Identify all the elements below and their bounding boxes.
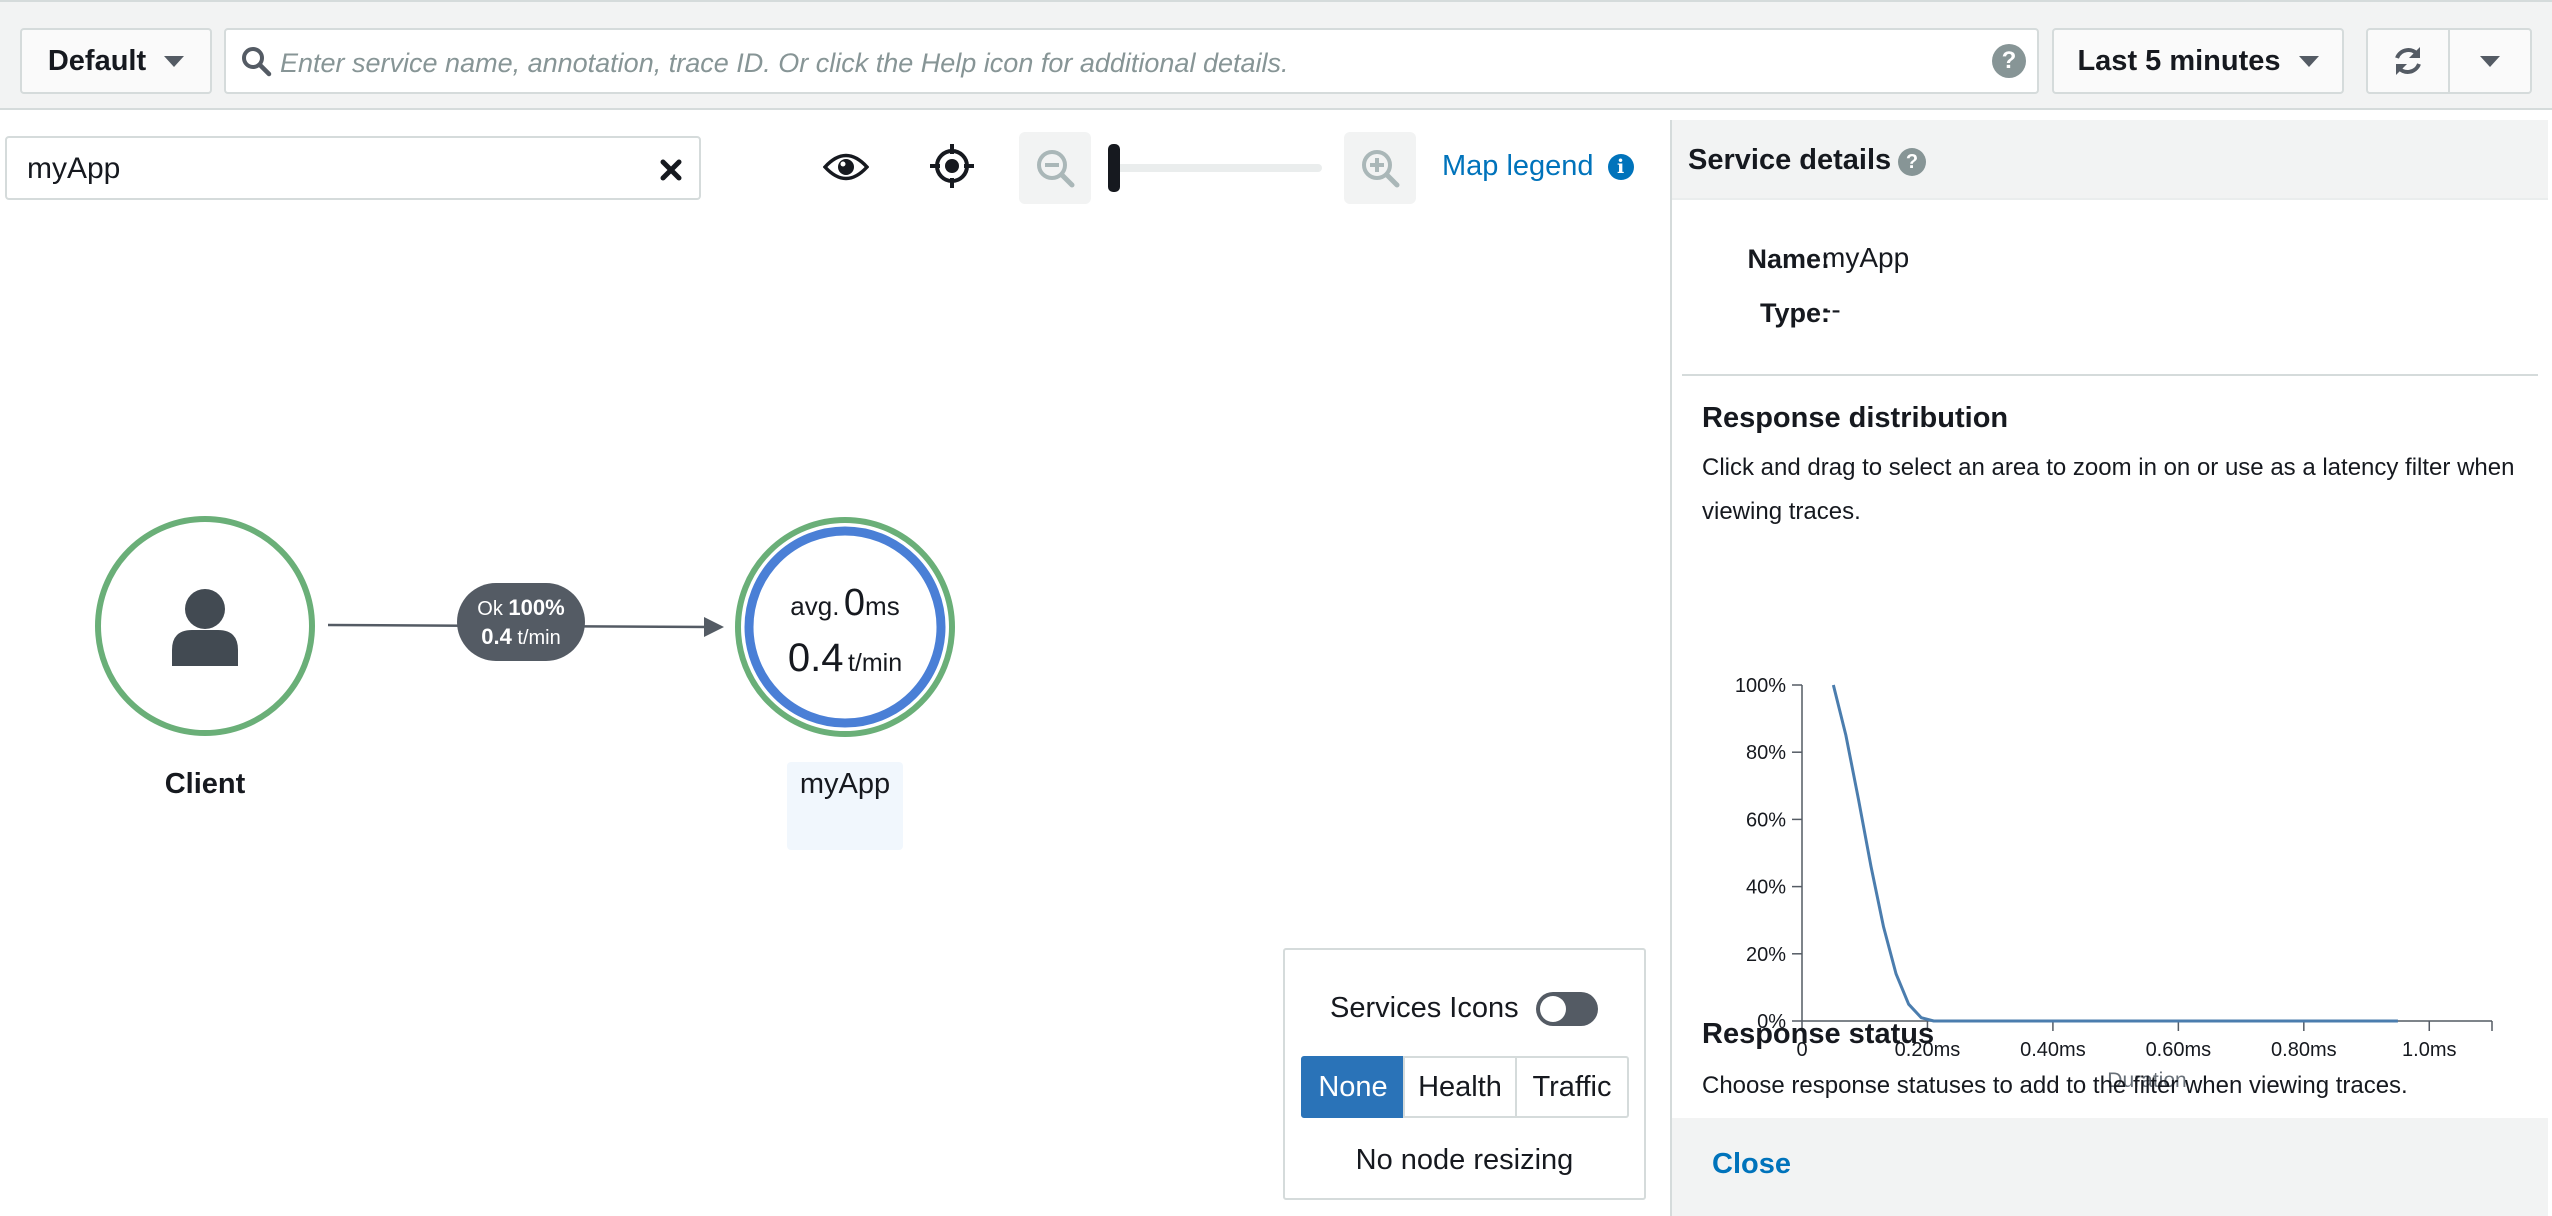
name-value: myApp: [1822, 242, 1910, 273]
divider: [1682, 374, 2538, 376]
avg-unit: ms: [865, 591, 900, 621]
name-label: Name:: [1747, 244, 1830, 274]
service-filter-value: myApp: [27, 152, 121, 185]
refresh-icon: [2395, 47, 2421, 75]
help-icon[interactable]: ?: [1992, 44, 2026, 78]
edge-rate-line: 0.4 t/min: [457, 623, 585, 652]
service-details-panel: Service details ? Name: myApp Type: -- R…: [1670, 120, 2548, 1216]
x-tick-label: 0.80ms: [2271, 1039, 2337, 1061]
edge-status: Ok: [477, 598, 503, 620]
service-details-footer: Close: [1672, 1118, 2548, 1216]
zoom-out-icon: [1037, 150, 1075, 188]
client-node[interactable]: [95, 516, 315, 736]
service-node[interactable]: [735, 517, 955, 737]
search-icon: [242, 47, 272, 77]
clear-icon[interactable]: [659, 158, 683, 182]
zoom-out-button[interactable]: [1019, 132, 1091, 204]
zoom-in-button[interactable]: [1344, 132, 1416, 204]
segment-health-label: Health: [1418, 1070, 1502, 1103]
time-range-dropdown[interactable]: Last 5 minutes: [2052, 28, 2344, 94]
service-node-avg: avg. 0ms: [745, 582, 945, 625]
x-tick-label: 0.60ms: [2146, 1039, 2212, 1061]
type-label: Type:: [1759, 298, 1830, 328]
response-status-desc: Choose response statuses to add to the f…: [1702, 1072, 2408, 1099]
service-details-header: Service details ?: [1672, 120, 2548, 200]
avg-prefix: avg.: [790, 591, 840, 621]
top-toolbar: Default Enter service name, annotation, …: [0, 0, 2552, 110]
edge-rate-unit: t/min: [517, 627, 561, 649]
service-label-text: myApp: [799, 768, 891, 800]
service-node-rate: 0.4 t/min: [745, 636, 945, 681]
zoom-slider-handle[interactable]: [1108, 144, 1120, 192]
caret-down-icon: [2480, 55, 2500, 67]
time-range-label: Last 5 minutes: [2077, 44, 2281, 77]
y-tick-label: 20%: [1746, 944, 1786, 966]
service-filter-input[interactable]: myApp: [5, 136, 701, 200]
resizing-text: No node resizing: [1355, 1144, 1574, 1176]
group-dropdown[interactable]: Default: [20, 28, 212, 94]
map-view-options-panel: Services Icons None Health Traffic No no…: [1283, 948, 1646, 1200]
zoom-in-icon: [1362, 150, 1400, 188]
help-glyph: ?: [1905, 150, 1919, 173]
zoom-slider[interactable]: [1108, 144, 1322, 192]
caret-down-icon: [2298, 55, 2319, 67]
response-status-title: Response status: [1702, 1018, 1935, 1050]
y-tick-label: 80%: [1746, 742, 1786, 764]
help-icon[interactable]: ?: [1898, 148, 1926, 176]
edge-status-line: Ok 100%: [457, 594, 585, 623]
refresh-button[interactable]: [2366, 28, 2450, 94]
y-tick-label: 100%: [1735, 675, 1786, 697]
edge-stats-badge[interactable]: Ok 100% 0.4 t/min: [457, 583, 585, 661]
center-map-icon[interactable]: [928, 142, 976, 190]
avg-value: 0: [843, 582, 866, 624]
segment-traffic[interactable]: Traffic: [1515, 1056, 1629, 1118]
service-rate: 0.4: [787, 636, 844, 680]
group-dropdown-label: Default: [47, 44, 147, 77]
caret-down-icon: [164, 55, 185, 67]
segment-none[interactable]: None: [1301, 1056, 1405, 1118]
info-glyph: i: [1616, 155, 1625, 178]
type-value: --: [1822, 294, 1841, 325]
refresh-options-dropdown[interactable]: [2448, 28, 2532, 94]
map-legend-link[interactable]: Map legend i: [1442, 150, 1634, 183]
search-input[interactable]: Enter service name, annotation, trace ID…: [224, 28, 2039, 94]
zoom-slider-track: [1108, 164, 1322, 172]
service-details-title: Service details: [1688, 144, 1892, 176]
services-icons-label: Services Icons: [1330, 992, 1519, 1024]
x-tick-label: 0.40ms: [2020, 1039, 2086, 1061]
x-tick-label: 1.0ms: [2402, 1039, 2456, 1061]
edge-rate: 0.4: [481, 624, 512, 649]
edge-arrow: [704, 617, 724, 637]
map-legend-label: Map legend: [1442, 150, 1594, 182]
service-rate-unit: t/min: [847, 649, 903, 677]
response-distribution-title: Response distribution: [1702, 402, 2009, 434]
edge-percent: 100%: [508, 595, 565, 620]
search-placeholder: Enter service name, annotation, trace ID…: [280, 48, 1289, 78]
segment-traffic-label: Traffic: [1532, 1070, 1612, 1103]
distribution-line: [1831, 684, 2398, 1023]
info-icon: i: [1607, 153, 1634, 180]
eye-icon[interactable]: [823, 150, 869, 184]
client-label: Client: [164, 768, 246, 800]
y-tick-label: 40%: [1746, 877, 1786, 899]
help-glyph: ?: [2001, 47, 2017, 74]
response-distribution-desc: Click and drag to select an area to zoom…: [1702, 454, 2515, 525]
close-button[interactable]: Close: [1712, 1148, 1791, 1181]
response-distribution-chart[interactable]: 0%20%40%60%80%100%0 0.20ms 0.40ms 0.60ms 0.8…: [1692, 538, 2532, 1098]
segment-health[interactable]: Health: [1403, 1056, 1517, 1118]
segment-none-label: None: [1318, 1070, 1388, 1103]
service-label[interactable]: myApp: [787, 762, 903, 850]
y-tick-label: 60%: [1746, 809, 1786, 831]
toggle-knob: [1540, 996, 1566, 1022]
services-icons-toggle[interactable]: [1536, 992, 1598, 1026]
